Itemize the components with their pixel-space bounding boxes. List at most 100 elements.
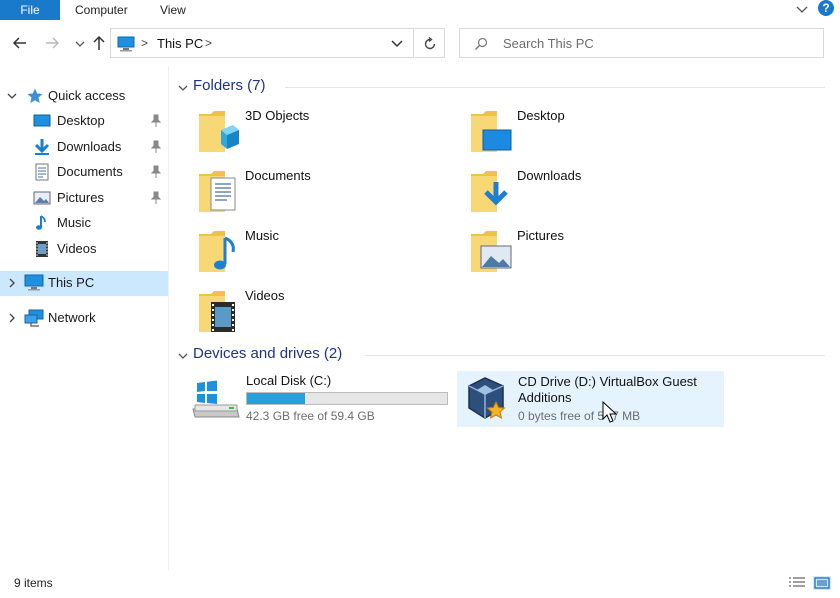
drive-usage-bar	[246, 392, 448, 405]
desktop-icon	[33, 114, 51, 127]
search-box[interactable]: Search This PC	[459, 28, 824, 58]
up-arrow-icon[interactable]	[89, 33, 109, 53]
network-icon	[24, 309, 44, 327]
folders-group-header[interactable]: Folders (7)	[177, 77, 832, 99]
sidebar-item-label: This PC	[48, 275, 95, 290]
sidebar-item-quick-access[interactable]: Quick access	[0, 84, 168, 109]
sidebar-item-label: Music	[57, 215, 91, 230]
pin-icon[interactable]	[150, 140, 162, 154]
drive-name-line2: Additions	[518, 390, 572, 405]
details-view-icon[interactable]	[788, 576, 806, 590]
tab-file[interactable]: File	[0, 0, 60, 20]
forward-arrow-icon[interactable]	[42, 33, 62, 53]
drive-name-line1: CD Drive (D:) VirtualBox Guest	[518, 374, 697, 389]
this-pc-icon	[24, 274, 44, 291]
item-count: 9 items	[14, 576, 53, 590]
drive-local-disk-c[interactable]: Local Disk (C:) 42.3 GB free of 59.4 GB	[191, 371, 451, 427]
videos-folder-icon	[199, 291, 235, 332]
refresh-button[interactable]	[415, 28, 445, 58]
star-icon	[27, 88, 43, 103]
back-arrow-icon[interactable]	[10, 33, 30, 53]
breadcrumb-separator: >	[141, 36, 149, 50]
ribbon-tabs: File Computer View ?	[0, 0, 840, 20]
chevron-right-icon[interactable]	[6, 312, 18, 324]
folders-group-title: Folders (7)	[193, 77, 266, 94]
virtualbox-icon	[468, 377, 506, 419]
sidebar-item-desktop[interactable]: Desktop	[0, 109, 168, 134]
downloads-folder-icon	[471, 171, 508, 212]
music-folder-icon	[199, 231, 235, 272]
navigation-bar: > This PC > Search This PC	[0, 20, 840, 66]
large-icons-view-icon[interactable]	[813, 576, 831, 590]
recent-locations-icon[interactable]	[70, 33, 90, 53]
folder-pictures[interactable]: Pictures	[469, 228, 729, 284]
documents-icon	[35, 163, 49, 181]
drive-usage-fill	[247, 393, 305, 404]
folder-name: Pictures	[517, 228, 564, 243]
sidebar-item-label: Quick access	[48, 88, 126, 103]
folder-desktop[interactable]: Desktop	[469, 108, 729, 164]
refresh-icon	[424, 36, 436, 50]
folder-music[interactable]: Music	[197, 228, 457, 284]
navigation-pane: Quick access Desktop Downloads Documents…	[0, 66, 168, 570]
folder-name: Documents	[245, 168, 311, 183]
chevron-down-icon[interactable]	[177, 350, 189, 362]
search-placeholder: Search This PC	[503, 36, 594, 51]
chevron-down-icon[interactable]	[389, 35, 405, 51]
sidebar-item-videos[interactable]: Videos	[0, 237, 168, 262]
folder-name: Downloads	[517, 168, 582, 183]
sidebar-item-pictures[interactable]: Pictures	[0, 186, 168, 211]
sidebar-item-documents[interactable]: Documents	[0, 160, 168, 185]
tab-computer[interactable]: Computer	[75, 0, 128, 20]
pictures-icon	[33, 191, 51, 205]
chevron-down-icon[interactable]	[6, 90, 18, 102]
sidebar-item-label: Desktop	[57, 113, 105, 128]
sidebar-item-label: Pictures	[57, 190, 104, 205]
content-pane: Folders (7) 3D Objects Desktop Documents	[169, 66, 840, 570]
folder-documents[interactable]: Documents	[197, 168, 457, 224]
music-icon	[36, 215, 46, 230]
documents-folder-icon	[199, 171, 236, 212]
sidebar-item-music[interactable]: Music	[0, 211, 168, 236]
sidebar-item-label: Videos	[57, 241, 97, 256]
drive-name: Local Disk (C:)	[246, 373, 332, 388]
group-divider	[285, 87, 825, 88]
breadcrumb-this-pc[interactable]: This PC	[157, 36, 203, 51]
sidebar-item-label: Network	[48, 310, 96, 325]
group-divider	[365, 355, 825, 356]
pictures-folder-icon	[471, 231, 512, 272]
chevron-down-icon[interactable]	[177, 82, 189, 94]
devices-group-header[interactable]: Devices and drives (2)	[177, 345, 832, 367]
3d-objects-folder-icon	[199, 111, 239, 152]
sidebar-item-this-pc[interactable]: This PC	[0, 271, 168, 296]
drive-free-space: 0 bytes free of 57 MB	[518, 409, 640, 423]
drive-cd-d[interactable]: CD Drive (D:) VirtualBox Guest Additions …	[457, 371, 724, 427]
pin-icon[interactable]	[150, 165, 162, 179]
folder-videos[interactable]: Videos	[197, 288, 457, 344]
pin-icon[interactable]	[150, 191, 162, 205]
sidebar-item-network[interactable]: Network	[0, 306, 168, 331]
folder-3d-objects[interactable]: 3D Objects	[197, 108, 457, 164]
drive-free-space-text: 0 bytes free of 5	[518, 409, 605, 423]
expand-ribbon-icon[interactable]	[795, 2, 809, 16]
devices-group-title: Devices and drives (2)	[193, 345, 343, 362]
pin-icon[interactable]	[150, 114, 162, 128]
breadcrumb-separator[interactable]: >	[205, 36, 212, 50]
folder-name: Desktop	[517, 108, 565, 123]
help-icon[interactable]: ?	[818, 0, 834, 16]
address-bar[interactable]: > This PC >	[110, 28, 414, 58]
local-disk-icon	[192, 380, 240, 418]
folder-downloads[interactable]: Downloads	[469, 168, 729, 224]
folder-name: 3D Objects	[245, 108, 310, 123]
sidebar-item-downloads[interactable]: Downloads	[0, 135, 168, 160]
folder-name: Videos	[245, 288, 285, 303]
status-bar: 9 items	[0, 570, 840, 598]
mouse-cursor-icon	[602, 401, 618, 423]
chevron-right-icon[interactable]	[6, 277, 18, 289]
sidebar-item-label: Documents	[57, 164, 123, 179]
tab-view[interactable]: View	[160, 0, 186, 20]
downloads-icon	[34, 139, 50, 155]
search-icon	[475, 37, 488, 50]
desktop-folder-icon	[471, 111, 512, 152]
videos-icon	[36, 241, 48, 257]
